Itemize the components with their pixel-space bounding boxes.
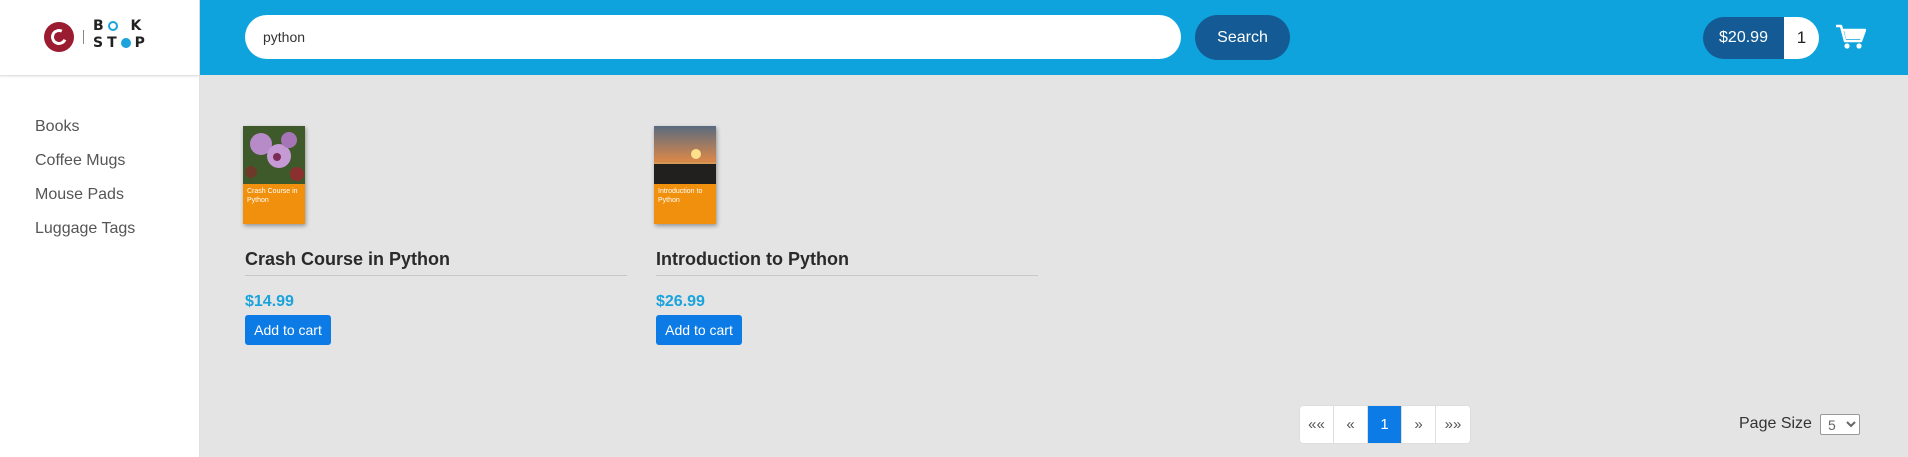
- logo-divider: [83, 30, 84, 44]
- page-size-select[interactable]: 5: [1820, 414, 1860, 435]
- sidebar-item-luggage-tags[interactable]: Luggage Tags: [35, 218, 135, 252]
- sunset-photo: [654, 126, 716, 184]
- pagination: «« « 1 » »»: [1299, 405, 1471, 444]
- product-title[interactable]: Crash Course in Python: [245, 249, 450, 270]
- cart-total[interactable]: $20.99: [1703, 17, 1784, 59]
- add-to-cart-button[interactable]: Add to cart: [656, 315, 742, 345]
- cover-title: Introduction to Python: [658, 188, 703, 204]
- product-title[interactable]: Introduction to Python: [656, 249, 849, 270]
- cover-title: Crash Course in Python: [247, 188, 298, 204]
- sidebar-item-mouse-pads[interactable]: Mouse Pads: [35, 184, 135, 218]
- search-input[interactable]: [245, 15, 1181, 59]
- page-size-label: Page Size: [1739, 415, 1812, 432]
- header-bar: Search $20.99 1: [200, 0, 1908, 75]
- cart-count-badge[interactable]: 1: [1784, 17, 1819, 59]
- book-cover-image[interactable]: Introduction to Python: [654, 126, 716, 224]
- sidebar-item-coffee-mugs[interactable]: Coffee Mugs: [35, 150, 135, 184]
- add-to-cart-button[interactable]: Add to cart: [245, 315, 331, 345]
- category-nav: Books Coffee Mugs Mouse Pads Luggage Tag…: [35, 116, 135, 252]
- sidebar-item-books[interactable]: Books: [35, 116, 135, 150]
- shopping-cart-icon[interactable]: [1836, 24, 1866, 50]
- current-page-button[interactable]: 1: [1368, 406, 1402, 443]
- orchid-photo: [243, 126, 305, 184]
- product-price: $26.99: [656, 293, 705, 310]
- prev-page-button[interactable]: «: [1334, 406, 1368, 443]
- next-page-button[interactable]: »: [1402, 406, 1436, 443]
- product-price: $14.99: [245, 293, 294, 310]
- divider: [245, 275, 627, 276]
- sidebar: B K ST P Books Coffee Mugs Mouse Pads Lug…: [0, 0, 200, 457]
- first-page-button[interactable]: ««: [1300, 406, 1334, 443]
- divider: [656, 275, 1038, 276]
- search-button[interactable]: Search: [1195, 15, 1290, 60]
- logo-c-icon: [44, 22, 74, 52]
- logo[interactable]: B K ST P: [0, 0, 199, 76]
- logo-wordmark: B K ST P: [93, 18, 149, 51]
- last-page-button[interactable]: »»: [1436, 406, 1470, 443]
- book-cover-image[interactable]: Crash Course in Python: [243, 126, 305, 224]
